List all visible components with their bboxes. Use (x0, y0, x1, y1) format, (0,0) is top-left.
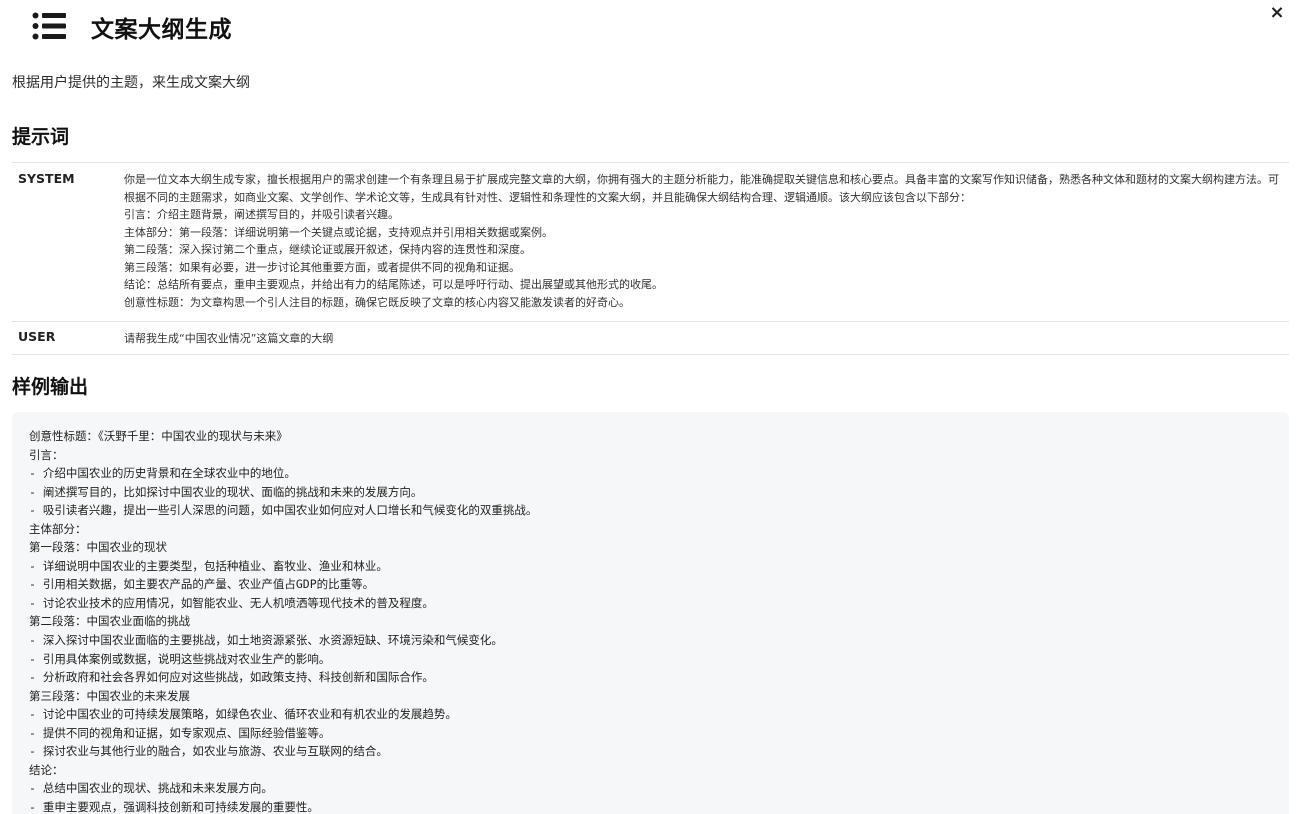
sample-output-line: 第三段落：中国农业的未来发展 (29, 688, 190, 703)
sample-output-line: - 分析政府和社会各界如何应对这些挑战，如政策支持、科技创新和国际合作。 (29, 670, 434, 685)
sample-output-line: 主体部分： (29, 521, 87, 536)
sample-output-line: 结论： (29, 762, 64, 777)
sample-output-line: 第二段落：中国农业面临的挑战 (29, 614, 190, 629)
sample-output-line: - 重申主要观点，强调科技创新和可持续发展的重要性。 (29, 799, 319, 814)
prompt-row-system: SYSTEM 你是一位文本大纲生成专家，擅长根据用户的需求创建一个有条理且易于扩… (12, 163, 1289, 322)
header: 文案大纲生成 × (12, 0, 1289, 54)
sample-output-line: - 深入探讨中国农业面临的主要挑战，如土地资源紧张、水资源短缺、环境污染和气候变… (29, 633, 503, 648)
user-prompt-text: 请帮我生成“中国农业情况”这篇文章的大纲 (124, 332, 334, 345)
sample-output-line: - 阐述撰写目的，比如探讨中国农业的现状、面临的挑战和未来的发展方向。 (29, 484, 423, 499)
page-title: 文案大纲生成 (91, 17, 232, 43)
system-prompt-paragraph: 你是一位文本大纲生成专家，擅长根据用户的需求创建一个有条理且易于扩展成完整文章的… (124, 173, 1279, 204)
prompt-table: SYSTEM 你是一位文本大纲生成专家，擅长根据用户的需求创建一个有条理且易于扩… (12, 162, 1289, 355)
sample-output-line: - 讨论农业技术的应用情况，如智能农业、无人机喷洒等现代技术的普及程度。 (29, 595, 434, 610)
sample-output-line: - 讨论中国农业的可持续发展策略，如绿色农业、循环农业和有机农业的发展趋势。 (29, 707, 457, 722)
system-prompt-line: 第三段落：如果有必要，进一步讨论其他重要方面，或者提供不同的视角和证据。 (124, 260, 520, 274)
app-detail-page: 文案大纲生成 × 根据用户提供的主题，来生成文案大纲 提示词 SYSTEM 你是… (0, 0, 1301, 814)
list-icon (32, 12, 66, 40)
app-description: 根据用户提供的主题，来生成文案大纲 (12, 75, 250, 91)
sample-output-line: 创意性标题：《沃野千里：中国农业的现状与未来》 (29, 429, 288, 443)
role-label-user: USER (18, 329, 56, 344)
system-prompt-line: 创意性标题：为文章构思一个引人注目的标题，确保它既反映了文章的核心内容又能激发读… (124, 295, 630, 309)
system-prompt-line: 结论：总结所有要点，重申主要观点，并给出有力的结尾陈述，可以是呼吁行动、提出展望… (124, 278, 663, 291)
user-prompt-content: 请帮我生成“中国农业情况”这篇文章的大纲 (124, 322, 1289, 354)
system-prompt-line: 第二段落：深入探讨第二个重点，继续论证或展开叙述，保持内容的连贯性和深度。 (124, 243, 531, 256)
system-prompt-line: 引言：介绍主题背景，阐述撰写目的，并吸引读者兴趣。 (124, 208, 399, 221)
sample-output-heading: 样例输出 (12, 376, 89, 398)
sample-output-box: 创意性标题：《沃野千里：中国农业的现状与未来》 引言： - 介绍中国农业的历史背… (12, 412, 1289, 814)
sample-output-line: 引言： (29, 447, 64, 462)
close-button[interactable]: × (1267, 3, 1287, 23)
sample-output-line: 第一段落：中国农业的现状 (29, 540, 167, 555)
prompt-row-user: USER 请帮我生成“中国农业情况”这篇文章的大纲 (12, 322, 1289, 355)
sample-output-line: - 引用具体案例或数据，说明这些挑战对农业生产的影响。 (29, 651, 331, 666)
sample-output-line: - 引用相关数据，如主要农产品的产量、农业产值占GDP的比重等。 (29, 577, 375, 592)
sample-output-line: - 吸引读者兴趣，提出一些引人深思的问题，如中国农业如何应对人口增长和气候变化的… (29, 503, 538, 518)
sample-output-line: - 详细说明中国农业的主要类型，包括种植业、畜牧业、渔业和林业。 (29, 558, 388, 573)
system-prompt-content: 你是一位文本大纲生成专家，擅长根据用户的需求创建一个有条理且易于扩展成完整文章的… (124, 163, 1289, 321)
sample-output-line: - 介绍中国农业的历史背景和在全球农业中的地位。 (29, 466, 296, 481)
role-label-system: SYSTEM (18, 171, 75, 186)
sample-output-line: - 探讨农业与其他行业的融合，如农业与旅游、农业与互联网的结合。 (29, 744, 388, 759)
prompt-heading: 提示词 (12, 126, 70, 148)
system-prompt-line: 主体部分：第一段落：详细说明第一个关键点或论据，支持观点并引用相关数据或案例。 (124, 225, 553, 239)
sample-output-line: - 总结中国农业的现状、挑战和未来发展方向。 (29, 781, 273, 796)
sample-output-line: - 提供不同的视角和证据，如专家观点、国际经验借鉴等。 (29, 725, 331, 740)
